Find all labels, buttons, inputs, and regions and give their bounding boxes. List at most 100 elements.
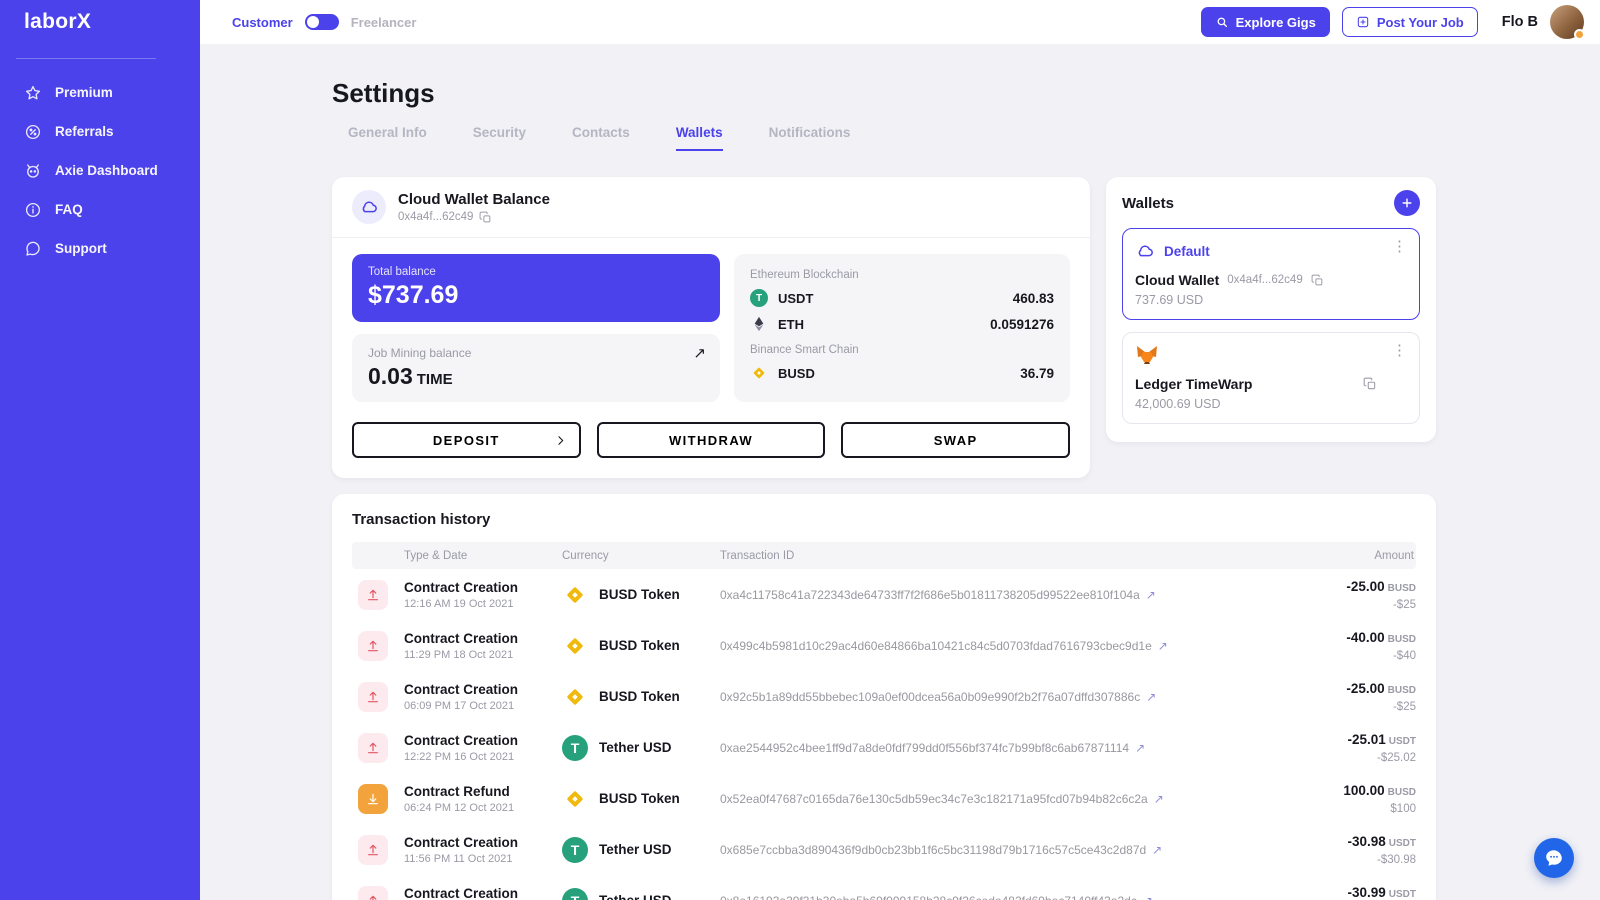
laborx-logo[interactable]: laborX: [0, 0, 200, 44]
token-balance-row: BUSD 36.79: [750, 360, 1054, 386]
sidebar-item-referrals[interactable]: Referrals: [8, 113, 192, 151]
tab-security[interactable]: Security: [473, 125, 526, 151]
chain-balances-panel: Ethereum Blockchain T USDT 460.83 ETH 0.05912…: [734, 254, 1070, 402]
wallet-type-label: Cloud Wallet: [1135, 272, 1220, 288]
transaction-out-icon: [358, 630, 388, 661]
token-symbol: USDT: [778, 290, 814, 306]
sidebar-item-faq[interactable]: FAQ: [8, 191, 192, 229]
percent-icon: [24, 123, 42, 141]
job-mining-value: 0.03: [368, 363, 413, 389]
transaction-currency: BUSD Token: [599, 689, 680, 704]
transaction-id: 0xa4c11758c41a722343de64733ff7f2f686e5b0…: [720, 587, 1140, 602]
external-link-icon[interactable]: ↗: [1152, 843, 1162, 857]
wallet-address: 0x4a4f...62c49: [1227, 274, 1303, 286]
transaction-table-body: Contract Creation 12:16 AM 19 Oct 2021 BUS…: [352, 569, 1416, 900]
wallet-name: Ledger TimeWarp: [1135, 376, 1253, 392]
axie-icon: [24, 162, 42, 180]
arrow-up-right-icon[interactable]: ↗: [693, 344, 706, 362]
tab-wallets[interactable]: Wallets: [675, 125, 723, 151]
transaction-row[interactable]: Contract Creation12:46 PM 9 Oct 2021TTet…: [352, 875, 1416, 900]
transaction-date: 06:24 PM 12 Oct 2021: [404, 801, 515, 814]
settings-tabs: General Info Security Contacts Wallets Notif…: [332, 125, 1436, 151]
sidebar: laborX DashboardBrowse gigsBrowse jobsMy…: [0, 0, 200, 900]
tab-contacts[interactable]: Contacts: [572, 125, 630, 151]
search-icon: [1215, 15, 1229, 29]
transaction-row[interactable]: Contract Creation 12:22 PM 16 Oct 2021 T Te…: [352, 722, 1416, 773]
wallet-kebab-menu-icon[interactable]: ⋮: [1392, 239, 1407, 254]
transaction-row[interactable]: Contract Creation 06:09 PM 17 Oct 2021 BUS…: [352, 671, 1416, 722]
token-balance-row: T USDT 460.83: [750, 285, 1054, 311]
wallet-name: Default: [1164, 243, 1210, 259]
column-header-amount: Amount: [1374, 549, 1414, 562]
transaction-out-icon: [358, 579, 388, 610]
copy-icon[interactable]: [1363, 377, 1377, 391]
external-link-icon[interactable]: ↗: [1158, 639, 1168, 653]
transaction-row[interactable]: Contract Creation 11:56 PM 11 Oct 2021 T Te…: [352, 824, 1416, 875]
token-amount: 36.79: [1020, 365, 1054, 381]
toggle-knob: [306, 16, 319, 28]
transaction-amount-usd: -$40: [1392, 650, 1416, 662]
transaction-amount-usd: -$25: [1392, 701, 1416, 713]
role-toggle[interactable]: [304, 14, 339, 30]
sidebar-item-support[interactable]: Support: [8, 230, 192, 268]
external-link-icon[interactable]: ↗: [1143, 894, 1153, 900]
external-link-icon[interactable]: ↗: [1146, 588, 1156, 602]
transaction-type: Contract Creation: [404, 681, 519, 697]
transaction-out-icon: [358, 834, 388, 865]
transaction-amount: -25.00: [1346, 681, 1385, 696]
info-icon: [24, 201, 42, 219]
explore-gigs-button[interactable]: Explore Gigs: [1200, 7, 1330, 37]
transaction-amount: -40.00: [1346, 630, 1385, 645]
transaction-currency: Tether USD: [599, 740, 672, 755]
user-name[interactable]: Flo B: [1502, 14, 1538, 30]
role-freelancer-label[interactable]: Freelancer: [351, 15, 417, 30]
transaction-amount: -30.98: [1347, 834, 1386, 849]
tab-notifications[interactable]: Notifications: [769, 125, 851, 151]
role-customer-label[interactable]: Customer: [232, 15, 293, 30]
copy-icon[interactable]: [1311, 274, 1324, 287]
post-your-job-button[interactable]: Post Your Job: [1341, 7, 1478, 37]
plus-square-icon: [1356, 15, 1370, 29]
transaction-amount-usd: -$25: [1392, 599, 1416, 611]
withdraw-button[interactable]: WITHDRAW: [596, 422, 826, 458]
wallet-item-ledger-timewarp[interactable]: ⋮ Ledger TimeWarp 42,000.69 USD: [1122, 332, 1420, 424]
job-mining-card[interactable]: Job Mining balance ↗ 0.03 TIME: [352, 334, 720, 402]
sidebar-item-axie-dashboard[interactable]: Axie Dashboard: [8, 152, 192, 190]
transaction-row[interactable]: Contract Refund 06:24 PM 12 Oct 2021 BUSD …: [352, 773, 1416, 824]
add-wallet-button[interactable]: [1394, 190, 1420, 216]
sidebar-nav-secondary: Premium Referrals Axie Dashboard FAQ Support: [0, 73, 200, 268]
wallet-item-default[interactable]: Default ⋮ Cloud Wallet 0x4a4f...62c49 737.69…: [1122, 228, 1420, 320]
sidebar-item-premium[interactable]: Premium: [8, 74, 192, 112]
plus-icon: [1400, 196, 1414, 210]
busd-icon: [562, 582, 588, 608]
metamask-icon: [1135, 343, 1159, 367]
busd-icon: [562, 633, 588, 659]
external-link-icon[interactable]: ↗: [1154, 792, 1164, 806]
transaction-date: 11:56 PM 11 Oct 2021: [404, 852, 513, 865]
transaction-amount-unit: USDT: [1388, 889, 1416, 900]
main-area: Settings General Info Security Contacts Wal…: [200, 44, 1600, 900]
wallet-kebab-menu-icon[interactable]: ⋮: [1392, 343, 1407, 358]
copy-address-icon[interactable]: [479, 211, 492, 224]
deposit-button[interactable]: DEPOSIT: [352, 422, 581, 458]
token-amount: 0.0591276: [990, 316, 1054, 332]
balance-actions: DEPOSIT WITHDRAW SWAP: [332, 416, 1090, 478]
transaction-row[interactable]: Contract Creation 11:29 PM 18 Oct 2021 BUS…: [352, 620, 1416, 671]
transaction-row[interactable]: Contract Creation 12:16 AM 19 Oct 2021 BUS…: [352, 569, 1416, 620]
wallet-balance: 737.69 USD: [1135, 293, 1204, 307]
transaction-currency: BUSD Token: [599, 638, 680, 653]
transaction-id: 0x499c4b5981d10c29ac4d60e84866ba10421c84…: [720, 638, 1152, 653]
external-link-icon[interactable]: ↗: [1135, 741, 1145, 755]
avatar-badge: [1574, 29, 1585, 40]
explore-gigs-label: Explore Gigs: [1235, 14, 1316, 30]
tab-general-info[interactable]: General Info: [348, 125, 427, 151]
transaction-id: 0x685e7ccbba3d890436f9db0cb23bb1f6c5bc31…: [720, 842, 1147, 857]
avatar[interactable]: [1550, 5, 1585, 40]
chat-fab-button[interactable]: [1534, 838, 1574, 878]
wallets-panel: Wallets Default ⋮ Cloud Wallet 0x4a4f...62c…: [1106, 177, 1436, 442]
token-amount: 460.83: [1012, 290, 1054, 306]
swap-button[interactable]: SWAP: [841, 422, 1071, 458]
chain-name: Binance Smart Chain: [750, 344, 859, 356]
transaction-currency: Tether USD: [599, 893, 672, 900]
external-link-icon[interactable]: ↗: [1146, 690, 1156, 704]
